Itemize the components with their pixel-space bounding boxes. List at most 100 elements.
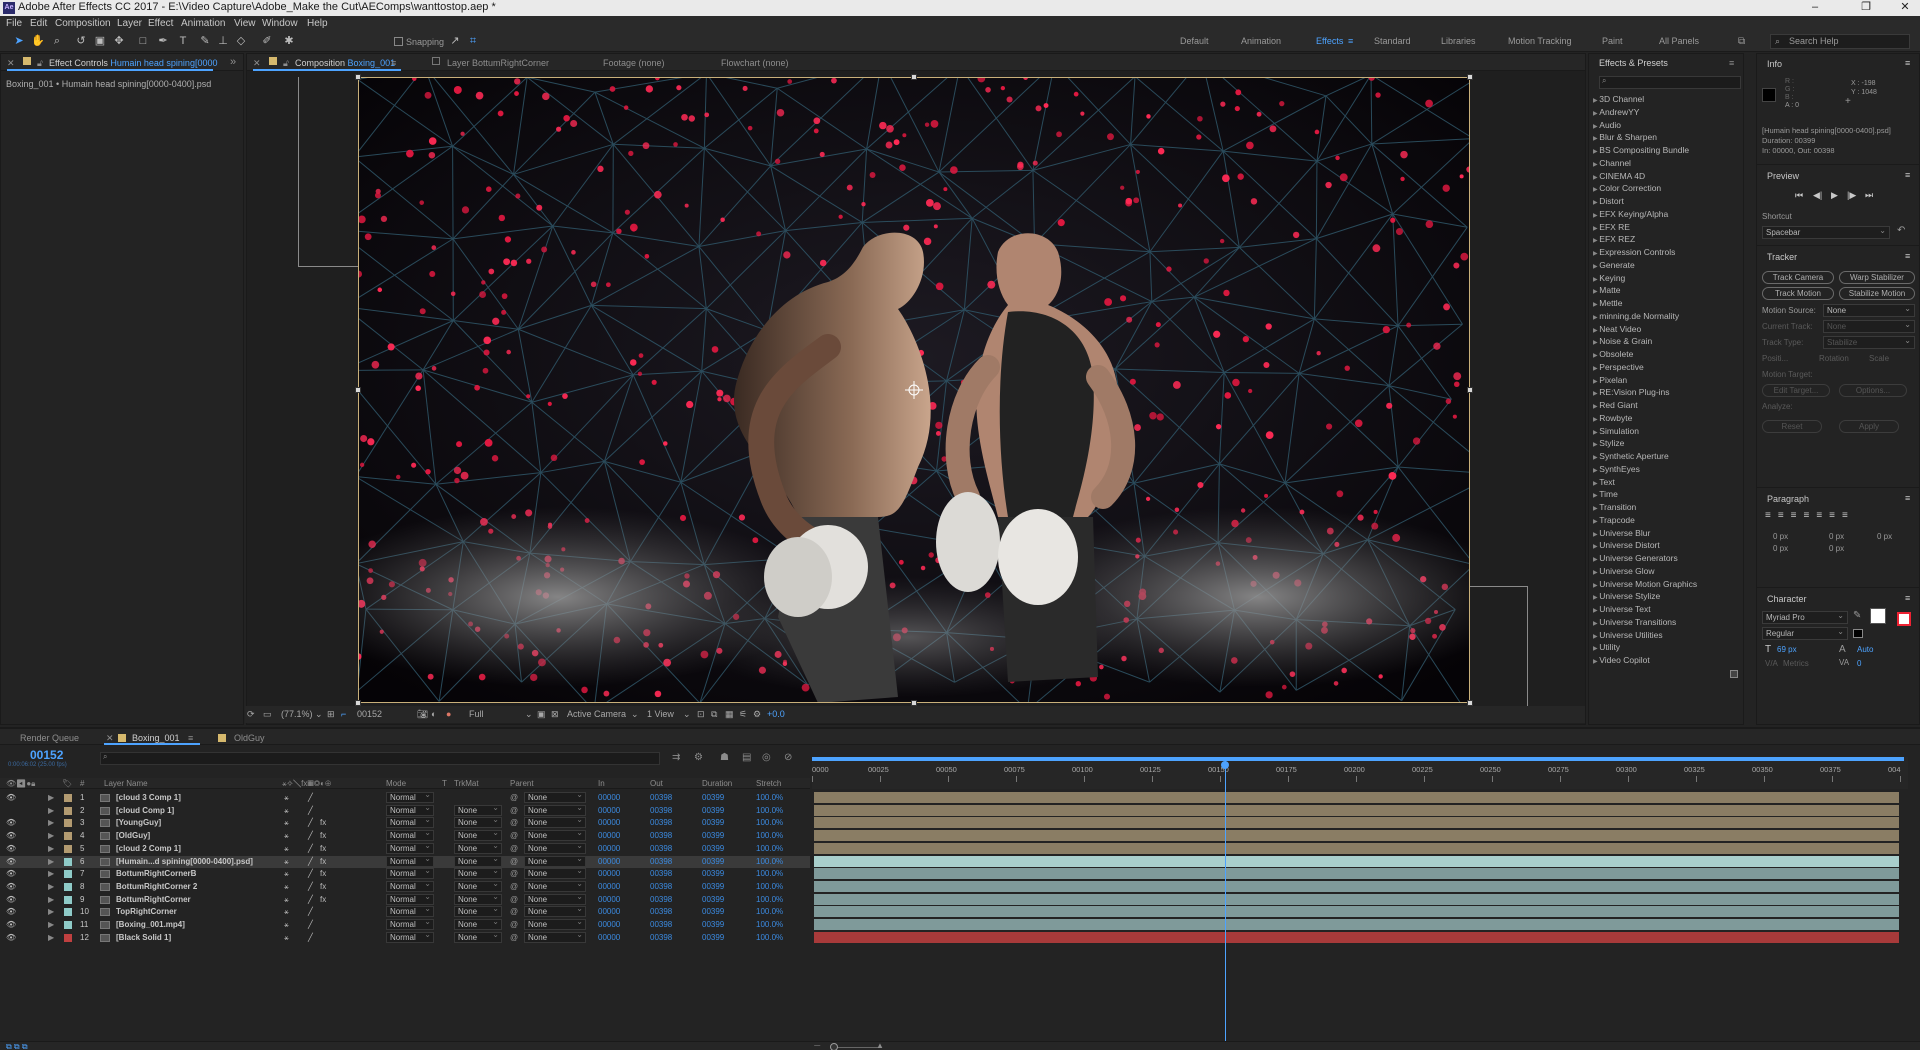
zoom-out-icon[interactable]: ⏤ [814, 1041, 820, 1050]
effect-category-item[interactable]: EFX Keying/Alpha [1593, 209, 1668, 219]
pan-behind-tool-icon[interactable]: ✥ [112, 34, 126, 48]
parent-dropdown[interactable]: None [524, 815, 586, 829]
search-help-input[interactable]: Search Help [1770, 34, 1910, 49]
fx-switch-icon[interactable]: fx [320, 882, 326, 891]
effect-category-item[interactable]: Universe Distort [1593, 540, 1659, 550]
pick-whip-icon[interactable]: @ [510, 933, 518, 942]
duration-value[interactable]: 00399 [702, 882, 724, 891]
out-point[interactable]: 00398 [650, 920, 672, 929]
hand-tool-icon[interactable]: ✋ [31, 34, 45, 48]
stabilize-motion-button[interactable]: Stabilize Motion [1839, 287, 1915, 300]
shortcut-dropdown[interactable]: Spacebar [1762, 225, 1890, 239]
timeline-icon[interactable]: ▦ [725, 709, 734, 720]
draft-3d-icon[interactable]: ⚙ [694, 752, 703, 763]
visibility-eye-icon[interactable]: 👁︎ [6, 895, 16, 904]
trkmat-dropdown[interactable]: None [454, 930, 502, 943]
layer-duration-bar[interactable] [814, 880, 1899, 892]
space-before-value[interactable]: 0 px [1773, 544, 1788, 553]
black-swatch[interactable] [1853, 629, 1863, 638]
quality-switch-icon[interactable]: ╱ [308, 857, 313, 866]
resolution-dropdown[interactable]: Full [469, 709, 484, 719]
close-icon[interactable]: ✕ [1890, 0, 1920, 16]
shy-switch-icon[interactable]: ⚹ [284, 882, 289, 892]
first-frame-icon[interactable]: ⏮ [1795, 190, 1803, 201]
trkmat-dropdown[interactable]: None [454, 892, 502, 905]
layer-name[interactable]: [cloud Comp 1] [116, 806, 174, 815]
effect-category-item[interactable]: minning.de Normality [1593, 311, 1679, 321]
out-point[interactable]: 00398 [650, 831, 672, 840]
effect-category-item[interactable]: Color Correction [1593, 183, 1661, 193]
menu-composition[interactable]: Composition [55, 18, 111, 29]
quality-switch-icon[interactable]: ╱ [308, 895, 313, 904]
current-time-indicator[interactable] [1225, 759, 1227, 1049]
table-row[interactable]: 👁︎ ▶ 3 [YoungGuy] ⚹ ╱ fx Normal None @ None 00000 00… [0, 815, 810, 830]
layer-name[interactable]: BottumRightCorner 2 [116, 882, 197, 891]
visibility-eye-icon[interactable]: 👁︎ [6, 920, 16, 929]
quality-switch-icon[interactable]: ╱ [308, 831, 313, 840]
duration-value[interactable]: 00399 [702, 806, 724, 815]
motion-blur-icon[interactable]: ◎ [762, 752, 771, 763]
quality-switch-icon[interactable]: ╱ [308, 818, 313, 827]
panel-toggle-icon[interactable]: ⧉ [1738, 36, 1745, 47]
in-point[interactable]: 00000 [598, 793, 620, 802]
indent-right-value[interactable]: 0 px [1877, 532, 1892, 541]
layer-duration-bar[interactable] [814, 792, 1899, 803]
out-point[interactable]: 00398 [650, 857, 672, 866]
label-color-swatch[interactable] [64, 819, 72, 828]
workspace-libraries[interactable]: Libraries [1441, 36, 1476, 46]
pick-whip-icon[interactable]: @ [510, 857, 518, 866]
view-layout-dropdown[interactable]: 1 View [647, 709, 674, 719]
transform-handle-tl[interactable] [355, 74, 361, 80]
layer-duration-bar[interactable] [814, 906, 1899, 918]
blend-mode-dropdown[interactable]: Normal [386, 803, 434, 816]
menu-effect[interactable]: Effect [148, 18, 173, 29]
parent-dropdown[interactable]: None [524, 930, 586, 943]
expand-twirl-icon[interactable]: ▶ [48, 806, 54, 815]
track-camera-button[interactable]: Track Camera [1762, 271, 1834, 284]
view-chevron-icon[interactable]: ⌄ [683, 709, 691, 720]
table-row[interactable]: 👁︎ ▶ 12 [Black Solid 1] ⚹ ╱ Normal None @ None 000… [0, 930, 810, 945]
restore-icon[interactable]: ❐ [1851, 0, 1881, 16]
mask-visibility-icon[interactable]: ⌐ [341, 709, 346, 719]
duration-value[interactable]: 00399 [702, 793, 724, 802]
tab-composition[interactable]: Composition Boxing_001 [295, 58, 395, 68]
graph-editor-icon[interactable]: ⊘ [784, 752, 792, 763]
visibility-eye-icon[interactable]: 👁︎ [6, 933, 16, 942]
parent-dropdown[interactable]: None [524, 892, 586, 905]
effect-category-item[interactable]: Transition [1593, 502, 1636, 512]
out-point[interactable]: 00398 [650, 844, 672, 853]
expand-twirl-icon[interactable]: ▶ [48, 869, 54, 878]
layer-name-header[interactable]: Layer Name [104, 779, 148, 788]
expand-twirl-icon[interactable]: ▶ [48, 793, 54, 802]
label-color-swatch[interactable] [64, 806, 72, 815]
comp-mini-flowchart-icon[interactable]: ⇉ [672, 752, 680, 763]
expand-twirl-icon[interactable]: ▶ [48, 882, 54, 891]
workspace-all-panels[interactable]: All Panels [1659, 36, 1699, 46]
effect-category-item[interactable]: Text [1593, 477, 1615, 487]
effect-category-item[interactable]: Synthetic Aperture [1593, 451, 1668, 461]
parent-dropdown[interactable]: None [524, 854, 586, 867]
parent-dropdown[interactable]: None [524, 904, 586, 918]
stretch-value[interactable]: 100.0% [756, 857, 783, 866]
stretch-value[interactable]: 100.0% [756, 907, 783, 916]
duration-value[interactable]: 00399 [702, 831, 724, 840]
layer-duration-bar[interactable] [814, 830, 1899, 842]
zoom-tool-icon[interactable]: ⌕ [50, 34, 64, 48]
trkmat-dropdown[interactable]: None [454, 904, 502, 918]
workspace-menu-icon[interactable]: ≡ [1348, 36, 1353, 46]
font-size-value[interactable]: 69 px [1777, 645, 1797, 654]
layer-duration-bar[interactable] [814, 855, 1899, 867]
label-color-swatch[interactable] [64, 933, 72, 942]
viewer-timecode[interactable]: 00152 [357, 709, 382, 719]
blend-mode-dropdown[interactable]: Normal [386, 854, 434, 867]
flowchart-icon[interactable]: ⚟ [739, 709, 747, 720]
shy-layers-icon[interactable]: ☗ [720, 752, 729, 763]
effect-category-item[interactable]: Keying [1593, 273, 1625, 283]
pick-whip-icon[interactable]: @ [510, 844, 518, 853]
shy-switch-icon[interactable]: ⚹ [284, 844, 289, 854]
indent-left-value[interactable]: 0 px [1773, 532, 1788, 541]
warp-stabilizer-button[interactable]: Warp Stabilizer [1839, 271, 1915, 284]
minimize-icon[interactable]: – [1800, 0, 1830, 16]
font-family-dropdown[interactable]: Myriad Pro [1762, 610, 1848, 624]
label-color-swatch[interactable] [64, 832, 72, 841]
